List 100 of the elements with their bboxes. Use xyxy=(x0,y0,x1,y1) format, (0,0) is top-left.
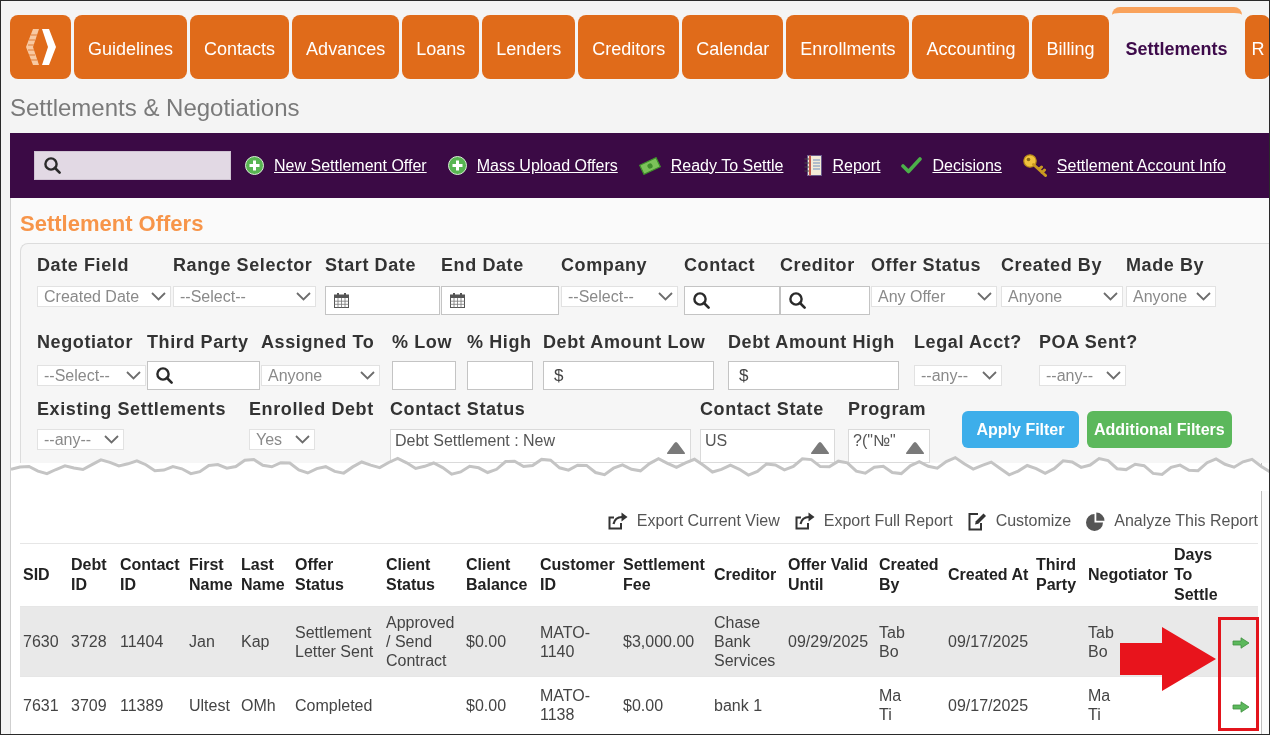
filter-label: Legal Acct? xyxy=(914,331,1022,353)
nav-tab[interactable]: Enrollments xyxy=(786,15,910,79)
table-cell: 7630 xyxy=(20,606,68,677)
dropdown[interactable]: --any-- xyxy=(37,429,124,450)
report-action-link[interactable]: Analyze This Report xyxy=(1086,511,1258,531)
table-cell: $0.00 xyxy=(463,676,537,734)
text-field[interactable] xyxy=(392,361,456,390)
filter-button[interactable]: Additional Filters xyxy=(1087,411,1232,448)
calendar-icon xyxy=(450,293,465,308)
chevron-down-icon xyxy=(1106,371,1121,380)
amount-field[interactable]: $ xyxy=(728,361,899,390)
search-field[interactable] xyxy=(684,286,780,315)
chevron-down-icon xyxy=(295,435,310,444)
triangle-up-icon xyxy=(666,441,686,455)
text-field[interactable] xyxy=(467,361,533,390)
plus-circle-icon xyxy=(245,156,264,175)
amount-field[interactable]: $ xyxy=(543,361,714,390)
chevron-down-icon xyxy=(977,292,992,301)
nav-tab[interactable]: Lenders xyxy=(482,15,576,79)
dropdown[interactable]: --Select-- xyxy=(37,365,146,386)
report-action-link[interactable]: Export Current View xyxy=(607,511,780,531)
nav-tab[interactable]: Guidelines xyxy=(74,15,188,79)
toolbar-link[interactable]: Mass Upload Offers xyxy=(447,156,618,175)
notebook-icon xyxy=(804,155,823,176)
check-icon xyxy=(901,157,923,174)
table-cell: $0.00 xyxy=(463,606,537,677)
nav-tab[interactable]: Calendar xyxy=(682,15,784,79)
filter-label: Contact Status xyxy=(390,398,526,420)
dropdown[interactable]: Any Offer xyxy=(871,286,997,307)
toolbar-link[interactable]: Ready To Settle xyxy=(638,156,784,175)
export-icon xyxy=(794,512,815,530)
logo-tab[interactable] xyxy=(10,15,71,79)
chevron-down-icon xyxy=(360,371,375,380)
table-cell: 09/17/2025 xyxy=(945,676,1033,734)
dropdown[interactable]: --any-- xyxy=(1039,365,1126,386)
table-cell: Approved / Send Contract xyxy=(383,606,463,677)
table-cell: Chase Bank Services xyxy=(711,606,785,677)
filter-label: Creditor xyxy=(780,254,855,276)
chevron-down-icon xyxy=(982,371,997,380)
table-cell: $0.00 xyxy=(620,676,711,734)
nav-tab[interactable]: Contacts xyxy=(190,15,290,79)
listbox-option[interactable]: ?("№" xyxy=(853,431,896,451)
dropdown[interactable]: Created Date xyxy=(37,286,171,307)
table-cell: 11389 xyxy=(117,676,186,734)
table-cell: Tab Bo xyxy=(876,606,945,677)
arrow-right-icon[interactable] xyxy=(1232,700,1250,713)
listbox-option[interactable]: Debt Settlement : New xyxy=(395,431,556,451)
search-field[interactable] xyxy=(147,361,260,390)
listbox[interactable]: ?("№" xyxy=(848,429,930,463)
table-cell: 11404 xyxy=(117,606,186,677)
nav-tab[interactable]: Accounting xyxy=(912,15,1030,79)
toolbar-link[interactable]: New Settlement Offer xyxy=(245,156,427,175)
nav-tab[interactable]: Creditors xyxy=(578,15,680,79)
filter-label: End Date xyxy=(441,254,524,276)
table-cell: MATO-1140 xyxy=(537,606,620,677)
filter-label: Range Selector xyxy=(173,254,313,276)
chevron-down-icon xyxy=(296,292,311,301)
toolbar-link[interactable]: Report xyxy=(804,155,881,176)
report-action-link[interactable]: Customize xyxy=(967,511,1072,531)
calendar-icon xyxy=(334,293,349,308)
listbox[interactable]: US xyxy=(700,429,835,463)
date-field[interactable] xyxy=(441,286,559,315)
dropdown[interactable]: Anyone xyxy=(1126,286,1216,307)
date-field[interactable] xyxy=(325,286,440,315)
filter-label: Debt Amount High xyxy=(728,331,895,353)
report-action-link[interactable]: Export Full Report xyxy=(794,511,953,531)
filter-label: % Low xyxy=(392,331,452,353)
dropdown[interactable]: Anyone xyxy=(261,365,380,386)
export-icon xyxy=(607,512,628,530)
search-field[interactable] xyxy=(34,151,231,180)
listbox-option[interactable]: US xyxy=(705,431,728,451)
page-title: Settlements & Negotiations xyxy=(10,94,301,122)
filter-label: Enrolled Debt xyxy=(249,398,374,420)
search-icon xyxy=(789,292,806,309)
chevron-down-icon xyxy=(104,435,119,444)
toolbar-link[interactable]: Decisions xyxy=(901,156,1002,175)
filter-label: Date Field xyxy=(37,254,130,276)
nav-tab[interactable]: R xyxy=(1244,15,1269,79)
key-icon xyxy=(1022,154,1047,177)
nav-tab[interactable]: Billing xyxy=(1032,15,1109,79)
triangle-up-icon xyxy=(810,441,830,455)
dropdown[interactable]: --any-- xyxy=(914,365,1002,386)
nav-tab[interactable]: Loans xyxy=(402,15,480,79)
triangle-up-icon xyxy=(905,441,925,455)
nav-tab[interactable]: Advances xyxy=(292,15,400,79)
search-field[interactable] xyxy=(780,286,870,315)
filter-label: POA Sent? xyxy=(1039,331,1138,353)
dropdown[interactable]: Anyone xyxy=(1001,286,1123,307)
plus-circle-icon xyxy=(447,156,467,175)
table-cell: Jan xyxy=(186,606,238,677)
filter-label: Third Party xyxy=(147,331,249,353)
filter-button[interactable]: Apply Filter xyxy=(962,411,1079,448)
dropdown[interactable]: Yes xyxy=(249,429,315,450)
dropdown[interactable]: --Select-- xyxy=(561,286,678,307)
dropdown[interactable]: --Select-- xyxy=(173,286,316,307)
toolbar-link[interactable]: Settlement Account Info xyxy=(1022,154,1226,177)
listbox[interactable]: Debt Settlement : New xyxy=(390,429,691,463)
filter-label: Assigned To xyxy=(261,331,375,353)
arrow-right-icon[interactable] xyxy=(1232,636,1250,649)
table-cell: 3728 xyxy=(68,606,117,677)
